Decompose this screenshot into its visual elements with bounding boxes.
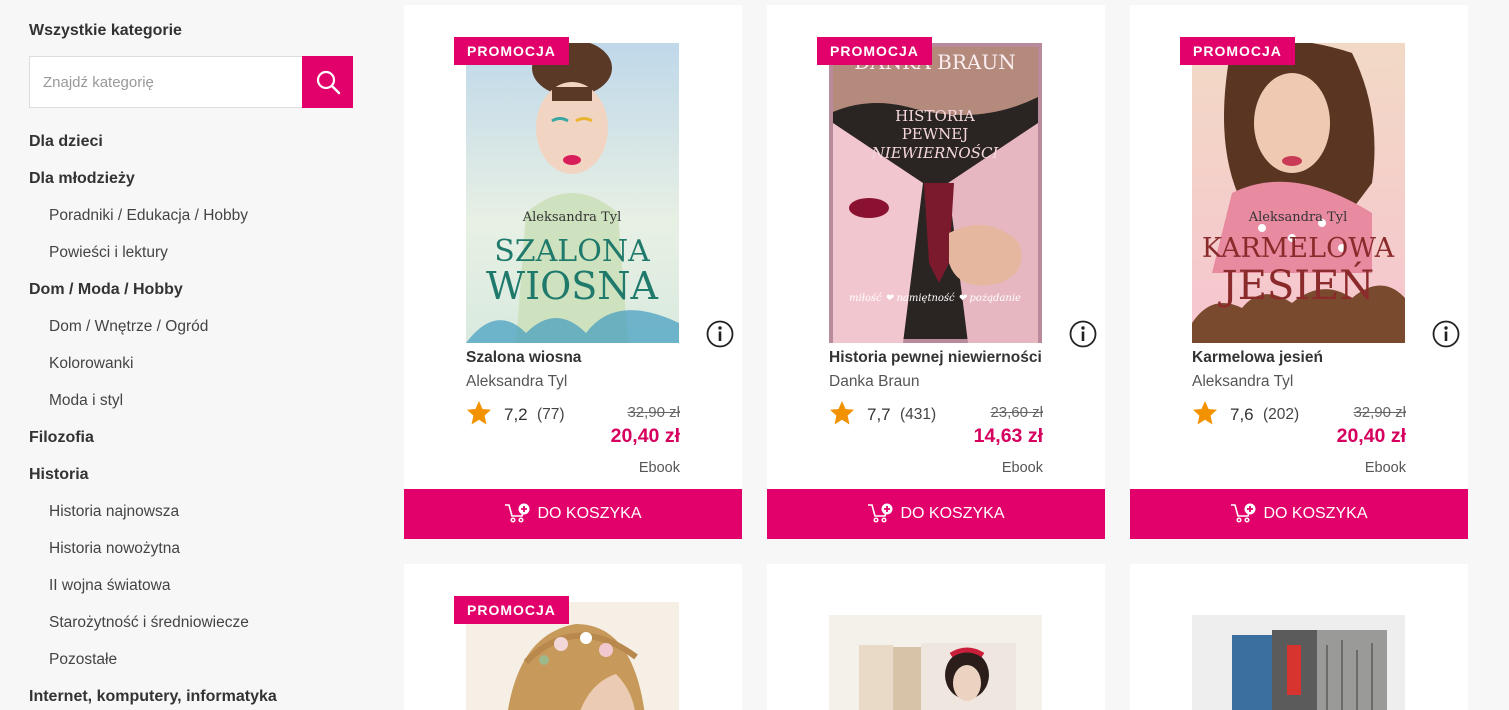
product-card: PROMOCJA Aleksandra Tyl SZALONA WIOSNA S… (404, 5, 742, 539)
product-author[interactable]: Aleksandra Tyl (466, 373, 567, 391)
cart-plus-icon (505, 503, 530, 523)
product-card: PROMOCJA Aleksandra Tyl KARMELOWA JESIEŃ… (1130, 5, 1468, 539)
old-price: 32,90 zł (627, 404, 680, 421)
rating-votes: (431) (900, 406, 937, 423)
info-icon[interactable] (1069, 320, 1097, 348)
product-card: PROMOCJA DANKA BRAUN HISTORIA PEWNEJ NIE… (767, 5, 1105, 539)
rating-value: 7,6 (1230, 405, 1254, 424)
book-cover[interactable] (1192, 615, 1405, 710)
category-item[interactable]: Dla dzieci (29, 123, 277, 160)
old-price: 23,60 zł (990, 404, 1043, 421)
info-icon[interactable] (1432, 320, 1460, 348)
cover-author: Aleksandra Tyl (522, 210, 622, 225)
subcategory-item[interactable]: Historia najnowsza (29, 493, 277, 530)
category-item[interactable]: Historia (29, 456, 277, 493)
book-cover[interactable]: DANKA BRAUN HISTORIA PEWNEJ NIEWIERNOŚCI… (829, 43, 1042, 343)
search-button[interactable] (302, 56, 353, 108)
star-icon (830, 401, 854, 425)
product-title[interactable]: Szalona wiosna (466, 349, 581, 367)
add-to-cart-button[interactable]: DO KOSZYKA (767, 489, 1105, 539)
cover-title-line2: PEWNEJ (902, 125, 969, 143)
subcategory-item[interactable]: Powieści i lektury (29, 234, 277, 271)
promo-badge: PROMOCJA (1180, 37, 1295, 65)
subcategory-item[interactable]: Historia nowożytna (29, 530, 277, 567)
cart-plus-icon (1231, 503, 1256, 523)
subcategory-item[interactable]: Pozostałe (29, 641, 277, 678)
category-search (29, 56, 353, 108)
product-card: PROMOCJA (404, 564, 742, 710)
subcategory-item[interactable]: Poradniki / Edukacja / Hobby (29, 197, 277, 234)
info-icon[interactable] (706, 320, 734, 348)
product-title[interactable]: Historia pewnej niewierności (829, 349, 1042, 367)
star-icon (467, 401, 491, 425)
category-item[interactable]: Dom / Moda / Hobby (29, 271, 277, 308)
promo-badge: PROMOCJA (454, 37, 569, 65)
subcategory-item[interactable]: Moda i styl (29, 382, 277, 419)
add-to-cart-button[interactable]: DO KOSZYKA (404, 489, 742, 539)
product-format: Ebook (1364, 460, 1406, 476)
promo-badge: PROMOCJA (454, 596, 569, 624)
category-item[interactable]: Filozofia (29, 419, 277, 456)
search-icon (316, 70, 340, 95)
subcategory-item[interactable]: Dom / Wnętrze / Ogród (29, 308, 277, 345)
cover-title-line3: NIEWIERNOŚCI (871, 144, 1000, 162)
category-search-input[interactable] (30, 57, 302, 107)
old-price: 32,90 zł (1353, 404, 1406, 421)
cover-author: Aleksandra Tyl (1248, 210, 1348, 225)
category-item[interactable]: Dla młodzieży (29, 160, 277, 197)
product-author[interactable]: Aleksandra Tyl (1192, 373, 1293, 391)
category-sidebar: Wszystkie kategorie Dla dzieci Dla młodz… (0, 0, 380, 710)
rating-votes: (77) (537, 406, 565, 423)
cover-title-line1: HISTORIA (895, 107, 975, 125)
category-list: Dla dzieci Dla młodzieży Poradniki / Edu… (29, 123, 277, 710)
product-format: Ebook (1001, 460, 1043, 476)
cart-plus-icon (868, 503, 893, 523)
product-card (1130, 564, 1468, 710)
product-card (767, 564, 1105, 710)
subcategory-item[interactable]: Kolorowanki (29, 345, 277, 382)
new-price: 20,40 zł (610, 425, 680, 447)
promo-badge: PROMOCJA (817, 37, 932, 65)
product-format: Ebook (638, 460, 680, 476)
star-icon (1193, 401, 1217, 425)
add-to-cart-button[interactable]: DO KOSZYKA (1130, 489, 1468, 539)
cart-button-label: DO KOSZYKA (1263, 505, 1368, 522)
subcategory-item[interactable]: Starożytność i średniowiecze (29, 604, 277, 641)
subcategory-item[interactable]: II wojna światowa (29, 567, 277, 604)
cover-title-line2: WIOSNA (486, 264, 659, 308)
sidebar-title: Wszystkie kategorie (29, 22, 182, 39)
category-item[interactable]: Internet, komputery, informatyka (29, 678, 277, 710)
cover-tagline: miłość ❤ namiętność ❤ pożądanie (849, 293, 1021, 304)
cover-title-line2: JESIEŃ (1218, 262, 1375, 309)
product-author[interactable]: Danka Braun (829, 373, 919, 391)
rating-votes: (202) (1263, 406, 1300, 423)
new-price: 14,63 zł (973, 425, 1043, 447)
book-cover[interactable]: Aleksandra Tyl KARMELOWA JESIEŃ (1192, 43, 1405, 343)
rating-value: 7,2 (504, 405, 528, 424)
new-price: 20,40 zł (1336, 425, 1406, 447)
rating-value: 7,7 (867, 405, 891, 424)
book-cover[interactable]: Aleksandra Tyl SZALONA WIOSNA (466, 43, 679, 343)
cover-title-line1: KARMELOWA (1202, 233, 1395, 264)
cart-button-label: DO KOSZYKA (537, 505, 642, 522)
book-cover[interactable] (829, 615, 1042, 710)
cart-button-label: DO KOSZYKA (900, 505, 1005, 522)
product-title[interactable]: Karmelowa jesień (1192, 349, 1323, 367)
